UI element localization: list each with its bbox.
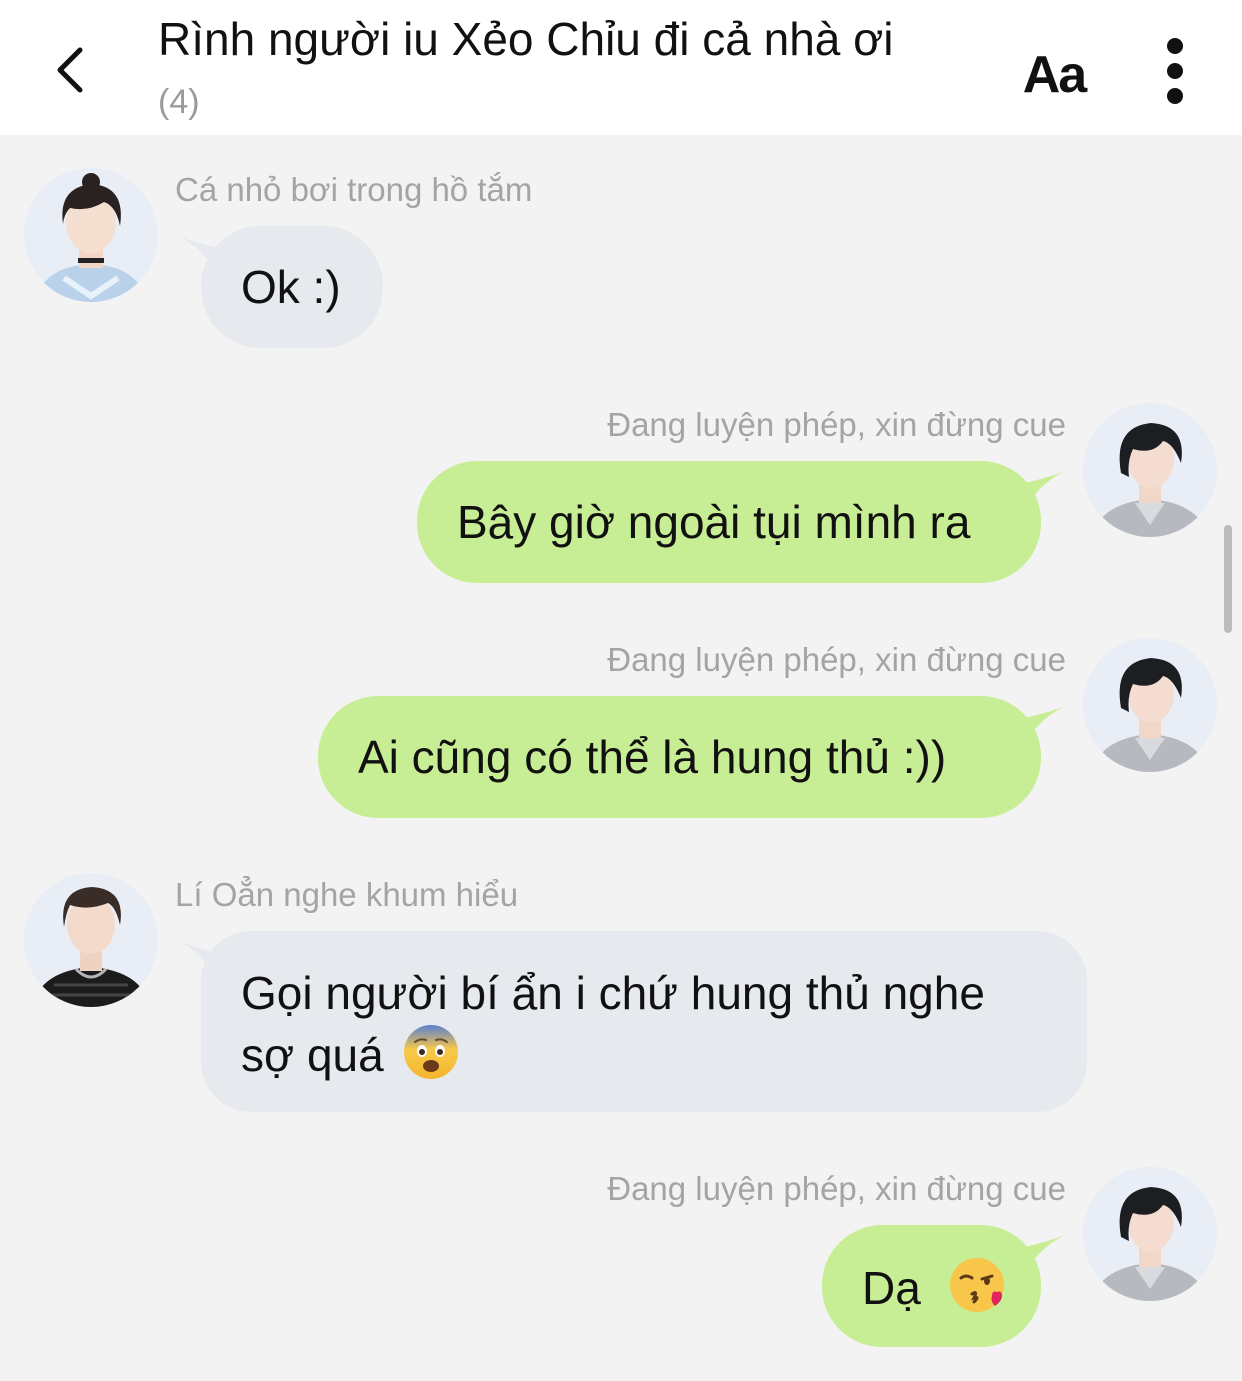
avatar[interactable] bbox=[1083, 403, 1217, 537]
member-count: (4) bbox=[158, 83, 200, 121]
message-bubble[interactable]: Bây giờ ngoài tụi mình ra bbox=[417, 461, 1041, 583]
scrollbar[interactable] bbox=[1224, 525, 1232, 633]
face-blowing-kiss-icon bbox=[949, 1258, 1004, 1312]
sender-name: Lí Oẳn nghe khum hiểu bbox=[175, 876, 519, 913]
message-text: Ok :) bbox=[241, 261, 341, 313]
message-text: Ai cũng có thể là hung thủ :)) bbox=[358, 731, 947, 783]
back-button[interactable] bbox=[40, 38, 100, 102]
message-text-line: sợ quá bbox=[241, 1029, 384, 1081]
message-bubble[interactable]: Ok :) bbox=[201, 226, 383, 348]
message-text: Bây giờ ngoài tụi mình ra bbox=[457, 496, 971, 548]
avatar[interactable] bbox=[24, 873, 158, 1007]
sender-name: Cá nhỏ bơi trong hồ tắm bbox=[175, 171, 533, 208]
fearful-face-icon bbox=[404, 1025, 459, 1079]
message-bubble[interactable]: Gọi người bí ẩn i chứ hung thủ nghe sợ q… bbox=[201, 931, 1087, 1112]
message-text-line: Gọi người bí ẩn i chứ hung thủ nghe bbox=[241, 967, 985, 1019]
message-text: Dạ bbox=[862, 1262, 921, 1314]
avatar[interactable] bbox=[1083, 1167, 1217, 1301]
sender-name: Đang luyện phép, xin đừng cue bbox=[607, 1170, 1066, 1207]
message-bubble[interactable]: Ai cũng có thể là hung thủ :)) bbox=[318, 696, 1041, 818]
chat-title[interactable]: Rình người iu Xẻo Chỉu đi cả nhà ơi bbox=[158, 10, 894, 68]
more-dots-icon bbox=[1167, 38, 1183, 54]
sender-name: Đang luyện phép, xin đừng cue bbox=[607, 406, 1066, 443]
chevron-left-icon bbox=[57, 47, 83, 93]
chat-header: Rình người iu Xẻo Chỉu đi cả nhà ơi (4) … bbox=[0, 0, 1242, 135]
more-options-button[interactable] bbox=[1150, 36, 1200, 106]
avatar[interactable] bbox=[24, 168, 158, 302]
avatar[interactable] bbox=[1083, 638, 1217, 772]
font-size-button[interactable]: Aa bbox=[1014, 40, 1094, 110]
message-bubble[interactable]: Dạ bbox=[822, 1225, 1041, 1347]
sender-name: Đang luyện phép, xin đừng cue bbox=[607, 641, 1066, 678]
